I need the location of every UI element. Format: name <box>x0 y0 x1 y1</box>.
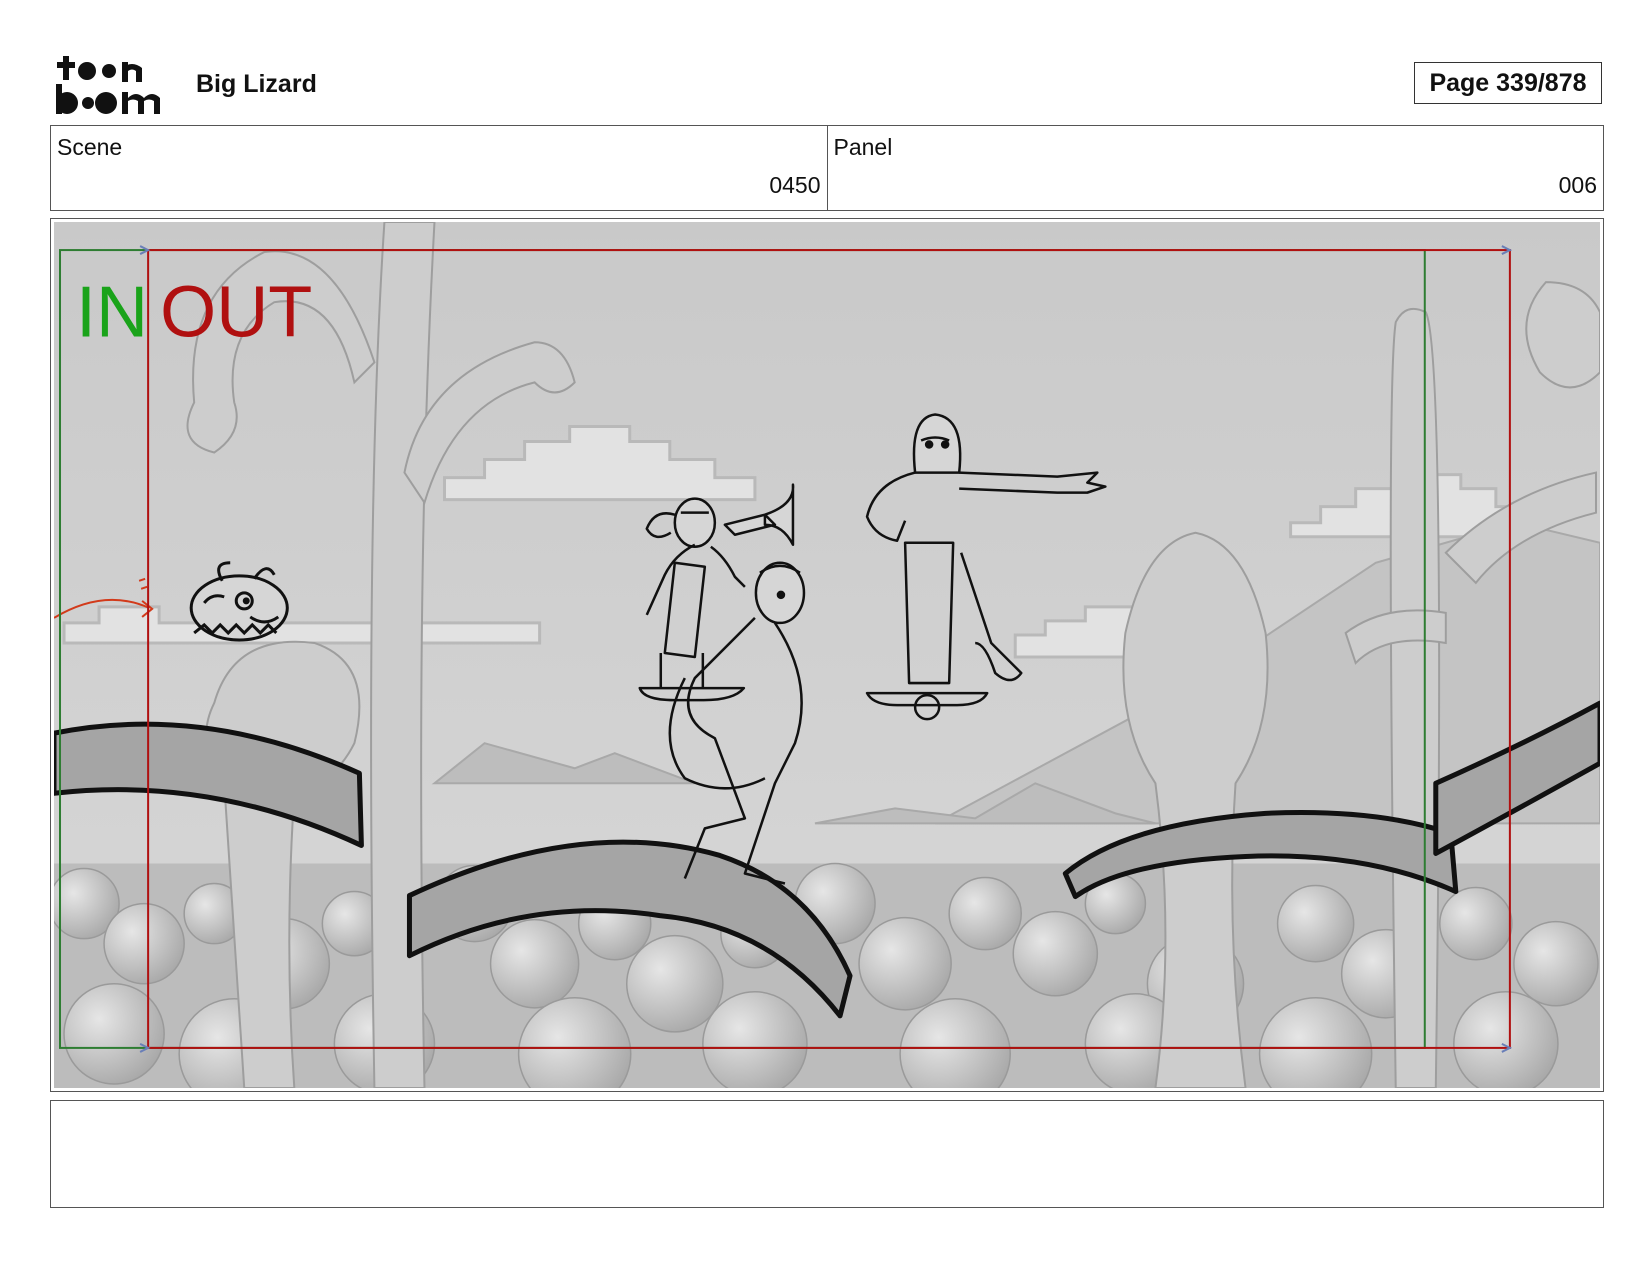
project-title: Big Lizard <box>196 70 317 98</box>
storyboard-drawing: IN OUT <box>54 222 1600 1088</box>
out-label: OUT <box>160 272 312 352</box>
scene-cell: Scene 0450 <box>51 126 827 210</box>
page-number: Page 339/878 <box>1414 62 1602 104</box>
in-label: IN <box>76 272 148 352</box>
scene-number: 0450 <box>769 172 821 198</box>
toon-boom-logo <box>54 54 172 116</box>
scene-panel-header: Scene 0450 Panel 006 <box>50 125 1604 211</box>
panel-number: 006 <box>1558 172 1597 198</box>
panel-label: Panel <box>833 134 893 160</box>
storyboard-frame: IN OUT <box>50 218 1604 1092</box>
panel-notes <box>50 1100 1604 1208</box>
panel-cell: Panel 006 <box>826 126 1604 210</box>
scene-label: Scene <box>57 134 123 160</box>
